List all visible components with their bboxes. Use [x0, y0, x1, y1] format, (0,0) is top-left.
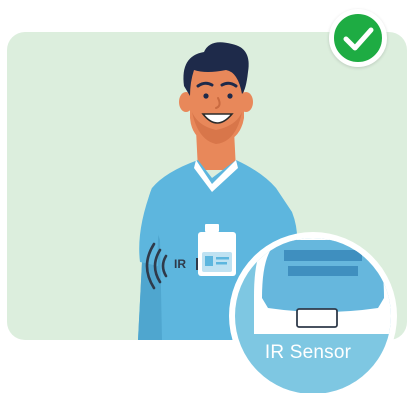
checkmark-icon [343, 27, 374, 51]
right-eye [227, 93, 233, 99]
check-badge [329, 9, 387, 67]
ir-signal-label: IR [174, 257, 186, 271]
ir-sensor-window [296, 308, 338, 328]
left-eye [203, 93, 209, 99]
ir-sensor-label: IR Sensor [264, 342, 352, 363]
illustration-canvas: IR IR Sensor [0, 0, 414, 393]
